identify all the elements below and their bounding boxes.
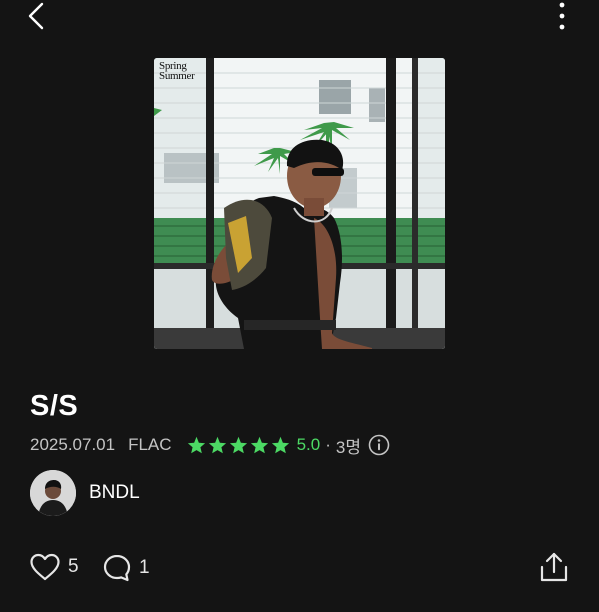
artist-name[interactable]: BNDL: [89, 482, 140, 504]
rating-stars[interactable]: [187, 436, 290, 454]
rating-info-button[interactable]: [368, 434, 390, 456]
back-button[interactable]: [22, 0, 52, 34]
artist-avatar-image: [30, 470, 76, 516]
audio-format: FLAC: [128, 435, 172, 454]
album-title: S/S: [30, 390, 79, 422]
star-icon: [187, 436, 205, 454]
rating-count: 3명: [335, 437, 361, 457]
star-icon: [250, 436, 268, 454]
album-cover: Spring Summer: [154, 58, 445, 349]
share-button[interactable]: [539, 551, 569, 583]
chevron-left-icon: [28, 2, 44, 30]
artist-avatar[interactable]: [30, 470, 76, 516]
star-icon: [208, 436, 226, 454]
share-icon: [540, 552, 568, 582]
album-meta-row: 2025.07.01 FLAC 5.0 · 3명: [30, 431, 390, 459]
separator-dot: ·: [325, 435, 331, 454]
comment-count: 1: [139, 557, 150, 578]
comment-icon: [103, 554, 131, 582]
heart-icon: [30, 553, 60, 581]
like-button[interactable]: 5: [29, 553, 79, 581]
rating-value: 5.0: [296, 435, 321, 454]
cover-logo-line-2: Summer: [159, 70, 195, 82]
info-icon: [368, 434, 390, 456]
comment-button[interactable]: 1: [102, 553, 150, 583]
star-icon: [229, 436, 247, 454]
more-options-button[interactable]: [548, 0, 576, 34]
star-icon: [271, 436, 289, 454]
more-vertical-icon: [559, 2, 565, 30]
cover-logo: Spring Summer: [159, 61, 195, 82]
like-count: 5: [68, 556, 79, 577]
album-cover-art: [154, 58, 445, 349]
release-date: 2025.07.01: [30, 435, 116, 454]
